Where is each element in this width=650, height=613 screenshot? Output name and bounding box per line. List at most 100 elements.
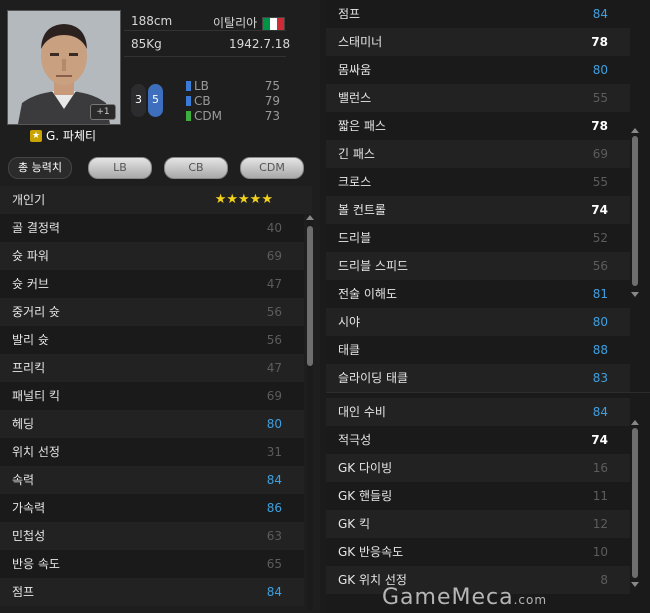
stat-value: 56 [266, 305, 282, 319]
scroll-up-icon[interactable] [306, 215, 314, 220]
stat-value: 69 [266, 249, 282, 263]
scroll-up-icon[interactable] [631, 420, 639, 425]
stat-label: 밸런스 [338, 91, 372, 105]
stat-label: 속력 [12, 473, 35, 487]
stat-value: 69 [592, 147, 608, 161]
stat-label: 볼 컨트롤 [338, 203, 386, 217]
scroll-down-icon[interactable] [631, 582, 639, 587]
player-photo: +1 [7, 10, 121, 125]
stat-label: 짧은 패스 [338, 119, 386, 133]
stat-label: 가속력 [12, 501, 46, 515]
stat-row: 가속력 86 [0, 494, 304, 522]
stat-label: GK 반응속도 [338, 545, 404, 559]
stat-value: 80 [266, 417, 282, 431]
stat-row: 골 결정력 40 [0, 214, 304, 242]
player-weight: 85Kg [131, 37, 162, 51]
stat-row: 헤딩 80 [0, 410, 304, 438]
stat-label: 발리 슛 [12, 333, 49, 347]
stat-label: 민첩성 [12, 529, 46, 543]
stat-row: 속력 84 [0, 466, 304, 494]
stat-label: 중거리 슛 [12, 305, 60, 319]
player-country: 이탈리아 [213, 16, 258, 30]
stat-row: 전술 이해도 81 [326, 280, 630, 308]
stat-label: 점프 [338, 7, 361, 21]
stat-row: 태클 88 [326, 336, 630, 364]
stat-row: 민첩성 63 [0, 522, 304, 550]
player-name: ★ G. 파체티 [30, 127, 96, 144]
scrollbar-thumb[interactable] [632, 136, 638, 286]
stat-label: 시야 [338, 315, 361, 329]
scroll-up-icon[interactable] [631, 128, 639, 133]
stat-row: GK 반응속도 10 [326, 538, 630, 566]
player-info-panel: +1 ★ G. 파체티 188cm 이탈리아 85Kg 1942.7.18 3 … [0, 0, 320, 613]
scrollbar-thumb[interactable] [632, 428, 638, 578]
stat-label: 태클 [338, 343, 361, 357]
stat-value: 88 [592, 343, 608, 357]
right-top-scrollbar[interactable] [631, 128, 639, 300]
stat-row: 슛 커브 47 [0, 270, 304, 298]
tab-lb[interactable]: LB [88, 157, 152, 179]
stat-value: 65 [266, 557, 282, 571]
stat-value: 69 [266, 389, 282, 403]
stat-row: 밸런스 55 [326, 84, 630, 112]
stat-row: 점프 84 [326, 0, 630, 28]
stat-value: 8 [600, 573, 608, 587]
right-bottom-scrollbar[interactable] [631, 420, 639, 590]
skill-label: 개인기 [12, 193, 46, 207]
stat-label: 슛 커브 [12, 277, 49, 291]
tab-overall[interactable]: 총 능력치 [8, 157, 72, 179]
stat-value: 84 [266, 473, 282, 487]
left-foot-value: 3 [135, 93, 142, 106]
stat-value: 40 [266, 221, 282, 235]
watermark: GameMeca.com [382, 585, 548, 610]
player-birth: 1942.7.18 [229, 37, 291, 51]
stat-row: 슬라이딩 태클 83 [326, 364, 630, 392]
stat-label: 반응 속도 [12, 557, 60, 571]
stat-row: 슛 파워 69 [0, 242, 304, 270]
stat-label: 드리블 스피드 [338, 259, 409, 273]
stat-label: 스태미너 [338, 35, 383, 49]
stat-label: 위치 선정 [12, 445, 60, 459]
stat-value: 83 [592, 371, 608, 385]
stat-row: 크로스 55 [326, 168, 630, 196]
stat-value: 86 [266, 501, 282, 515]
stat-value: 78 [591, 35, 608, 49]
scrollbar-thumb[interactable] [307, 226, 313, 366]
left-scrollbar[interactable] [306, 214, 314, 610]
stat-label: 프리킥 [12, 361, 46, 375]
scroll-down-icon[interactable] [631, 292, 639, 297]
stat-value: 47 [266, 277, 282, 291]
stat-row: 패널티 킥 69 [0, 382, 304, 410]
stat-label: GK 다이빙 [338, 461, 393, 475]
plus-badge: +1 [90, 104, 116, 120]
stat-row: 긴 패스 69 [326, 140, 630, 168]
stat-row: GK 핸들링 11 [326, 482, 630, 510]
stat-label: 슛 파워 [12, 249, 49, 263]
stat-value: 84 [592, 405, 608, 419]
stat-value: 16 [592, 461, 608, 475]
player-name-text: G. 파체티 [46, 129, 97, 143]
skill-row: 개인기 ★★★★★ [0, 186, 312, 214]
tab-cdm[interactable]: CDM [240, 157, 304, 179]
stat-row: 반응 속도 65 [0, 550, 304, 578]
stat-value: 12 [592, 517, 608, 531]
position-row-lb: LB 75 [186, 79, 280, 93]
stat-value: 52 [592, 231, 608, 245]
skill-stars: ★★★★★ [214, 192, 273, 207]
stat-row: 대인 수비 84 [326, 398, 630, 426]
stat-value: 63 [266, 529, 282, 543]
stat-value: 84 [592, 7, 608, 21]
preferred-foot: 3 5 [131, 84, 167, 118]
stat-row: 드리블 스피드 56 [326, 252, 630, 280]
stat-row: 위치 선정 31 [0, 438, 304, 466]
stat-label: 헤딩 [12, 417, 35, 431]
stat-label: 몸싸움 [338, 63, 372, 77]
player-height: 188cm [131, 14, 173, 28]
stat-row: 볼 컨트롤 74 [326, 196, 630, 224]
stat-row: 스태미너 78 [326, 28, 630, 56]
stat-value: 11 [592, 489, 608, 503]
stat-value: 55 [592, 175, 608, 189]
tab-cb[interactable]: CB [164, 157, 228, 179]
stat-row: GK 다이빙 16 [326, 454, 630, 482]
stat-label: GK 핸들링 [338, 489, 393, 503]
